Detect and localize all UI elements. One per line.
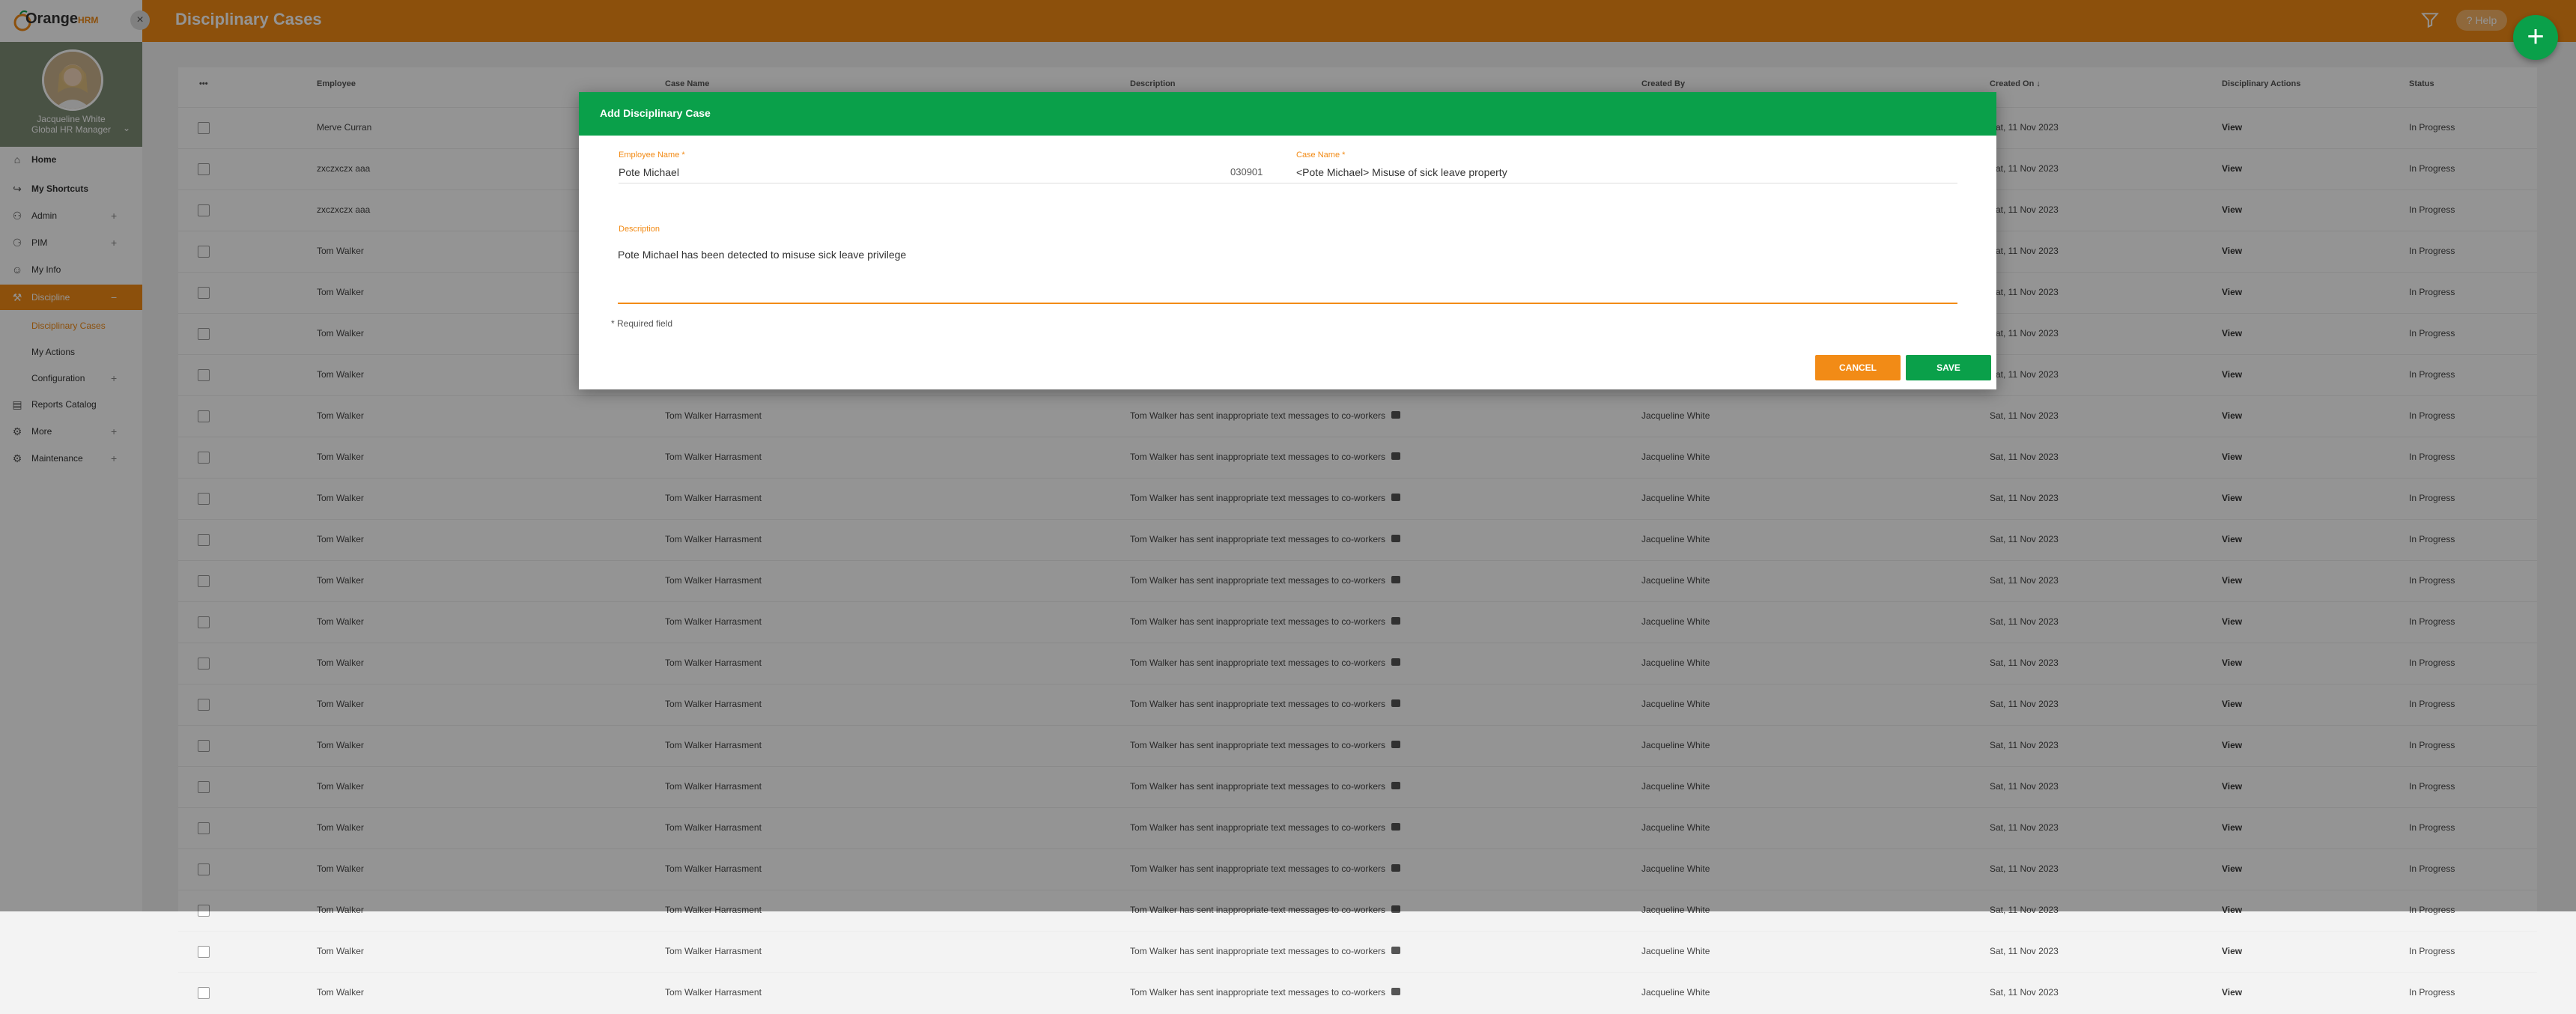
cell-case-name: Tom Walker Harrasment xyxy=(665,987,762,998)
add-button[interactable]: + xyxy=(2513,15,2558,60)
cancel-button[interactable]: CANCEL xyxy=(1815,355,1901,380)
cell-description: Tom Walker has sent inappropriate text m… xyxy=(1130,946,1386,956)
cell-created-by: Jacqueline White xyxy=(1641,987,1710,998)
case-name-value: <Pote Michael> Misuse of sick leave prop… xyxy=(1296,166,1507,178)
cell-status: In Progress xyxy=(2409,946,2455,956)
dialog-title: Add Disciplinary Case xyxy=(600,107,711,119)
save-button[interactable]: SAVE xyxy=(1906,355,1991,380)
description-label: Description xyxy=(619,225,660,234)
cell-created-by: Jacqueline White xyxy=(1641,946,1710,956)
cell-employee: Tom Walker xyxy=(317,987,364,998)
view-link[interactable]: View xyxy=(2222,946,2242,956)
cell-employee: Tom Walker xyxy=(317,946,364,956)
employee-id: 030901 xyxy=(1230,166,1263,177)
case-name-label: Case Name * xyxy=(1296,151,1346,160)
description-textarea[interactable]: Pote Michael has been detected to misuse… xyxy=(618,238,1957,304)
employee-name-label: Employee Name * xyxy=(619,151,685,160)
employee-name-input[interactable]: Pote Michael xyxy=(619,162,1310,183)
view-link[interactable]: View xyxy=(2222,987,2242,998)
employee-name-value: Pote Michael xyxy=(619,166,679,178)
case-name-input[interactable]: <Pote Michael> Misuse of sick leave prop… xyxy=(1296,162,1957,183)
comment-icon[interactable] xyxy=(1391,947,1400,954)
add-disciplinary-case-dialog: Add Disciplinary Case Employee Name * Po… xyxy=(579,92,1996,389)
row-checkbox[interactable] xyxy=(198,946,210,958)
description-value: Pote Michael has been detected to misuse… xyxy=(618,249,907,261)
cell-description: Tom Walker has sent inappropriate text m… xyxy=(1130,987,1386,998)
cell-created-on: Sat, 11 Nov 2023 xyxy=(1990,987,2059,998)
cell-case-name: Tom Walker Harrasment xyxy=(665,946,762,956)
row-checkbox[interactable] xyxy=(198,987,210,999)
comment-icon[interactable] xyxy=(1391,988,1400,995)
dialog-header: Add Disciplinary Case xyxy=(579,92,1996,136)
cell-created-on: Sat, 11 Nov 2023 xyxy=(1990,946,2059,956)
required-field-note: * Required field xyxy=(611,318,673,329)
cell-status: In Progress xyxy=(2409,987,2455,998)
